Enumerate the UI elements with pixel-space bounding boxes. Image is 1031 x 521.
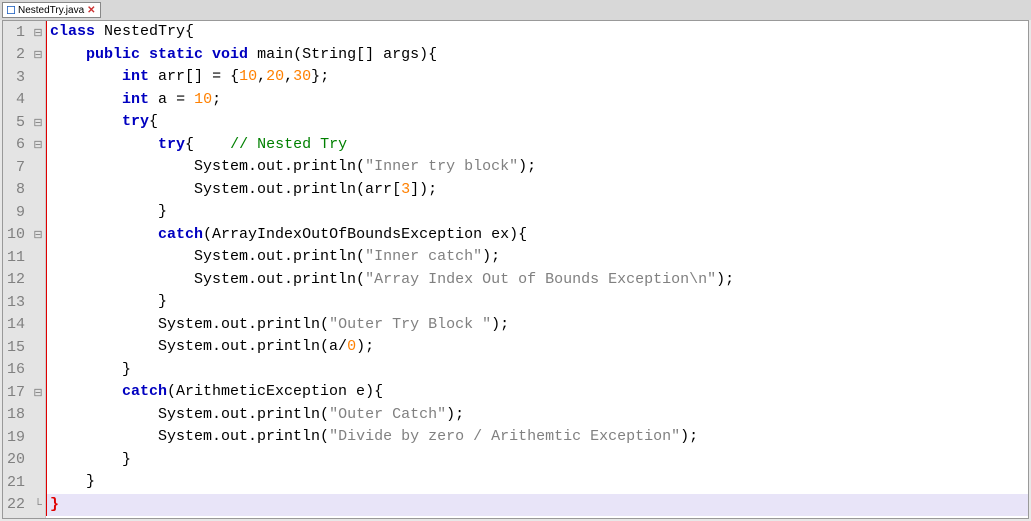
code-editor: 1⊟ 2⊟ 3 4 5⊟ 6⊟ 7 8 9 10⊟ 11 12 13 14 15…: [2, 20, 1029, 519]
code-line[interactable]: System.out.println("Inner try block");: [46, 156, 1028, 179]
gutter: 1⊟ 2⊟ 3 4 5⊟ 6⊟ 7 8 9 10⊟ 11 12 13 14 15…: [3, 21, 46, 518]
line-number: 21: [3, 474, 31, 491]
line-number: 9: [3, 204, 31, 221]
line-number: 5: [3, 114, 31, 131]
code-line[interactable]: }: [46, 201, 1028, 224]
editor-container: NestedTry.java ✕ 1⊟ 2⊟ 3 4 5⊟ 6⊟ 7 8 9 1…: [0, 0, 1031, 521]
fold-marker[interactable]: ⊟: [31, 228, 45, 241]
code-line[interactable]: }: [46, 471, 1028, 494]
code-area[interactable]: class NestedTry{ public static void main…: [46, 21, 1028, 518]
code-line[interactable]: System.out.println(arr[3]);: [46, 179, 1028, 202]
fold-marker[interactable]: ⊟: [31, 138, 45, 151]
code-line[interactable]: }: [46, 291, 1028, 314]
line-number: 13: [3, 294, 31, 311]
code-line[interactable]: try{: [46, 111, 1028, 134]
line-number: 1: [3, 24, 31, 41]
line-number: 2: [3, 46, 31, 63]
file-tab[interactable]: NestedTry.java ✕: [2, 2, 101, 18]
line-number: 3: [3, 69, 31, 86]
line-number: 17: [3, 384, 31, 401]
java-file-icon: [7, 6, 15, 14]
close-icon[interactable]: ✕: [87, 5, 95, 16]
line-number: 19: [3, 429, 31, 446]
line-number: 18: [3, 406, 31, 423]
line-number: 16: [3, 361, 31, 378]
line-number: 12: [3, 271, 31, 288]
line-number: 8: [3, 181, 31, 198]
code-line[interactable]: System.out.println("Outer Catch");: [46, 404, 1028, 427]
code-line[interactable]: System.out.println("Inner catch");: [46, 246, 1028, 269]
code-line[interactable]: catch(ArrayIndexOutOfBoundsException ex)…: [46, 224, 1028, 247]
line-number: 4: [3, 91, 31, 108]
code-line[interactable]: System.out.println("Array Index Out of B…: [46, 269, 1028, 292]
code-line[interactable]: public static void main(String[] args){: [46, 44, 1028, 67]
line-number: 20: [3, 451, 31, 468]
tab-bar: NestedTry.java ✕: [0, 0, 1031, 20]
fold-marker[interactable]: └: [31, 499, 45, 511]
code-line[interactable]: System.out.println("Divide by zero / Ari…: [46, 426, 1028, 449]
code-line[interactable]: System.out.println("Outer Try Block ");: [46, 314, 1028, 337]
code-line[interactable]: try{ // Nested Try: [46, 134, 1028, 157]
line-number: 15: [3, 339, 31, 356]
code-line[interactable]: int arr[] = {10,20,30};: [46, 66, 1028, 89]
line-number: 22: [3, 496, 31, 513]
fold-marker[interactable]: ⊟: [31, 26, 45, 39]
line-number: 7: [3, 159, 31, 176]
line-number: 14: [3, 316, 31, 333]
code-line[interactable]: class NestedTry{: [46, 21, 1028, 44]
code-line[interactable]: }: [46, 449, 1028, 472]
fold-marker[interactable]: ⊟: [31, 386, 45, 399]
fold-marker[interactable]: ⊟: [31, 116, 45, 129]
fold-marker[interactable]: ⊟: [31, 48, 45, 61]
code-line[interactable]: catch(ArithmeticException e){: [46, 381, 1028, 404]
code-line[interactable]: System.out.println(a/0);: [46, 336, 1028, 359]
code-line[interactable]: int a = 10;: [46, 89, 1028, 112]
tab-filename: NestedTry.java: [18, 5, 84, 16]
line-number: 10: [3, 226, 31, 243]
line-number: 11: [3, 249, 31, 266]
line-number: 6: [3, 136, 31, 153]
code-line[interactable]: }: [46, 359, 1028, 382]
code-line-current[interactable]: }: [46, 494, 1028, 517]
